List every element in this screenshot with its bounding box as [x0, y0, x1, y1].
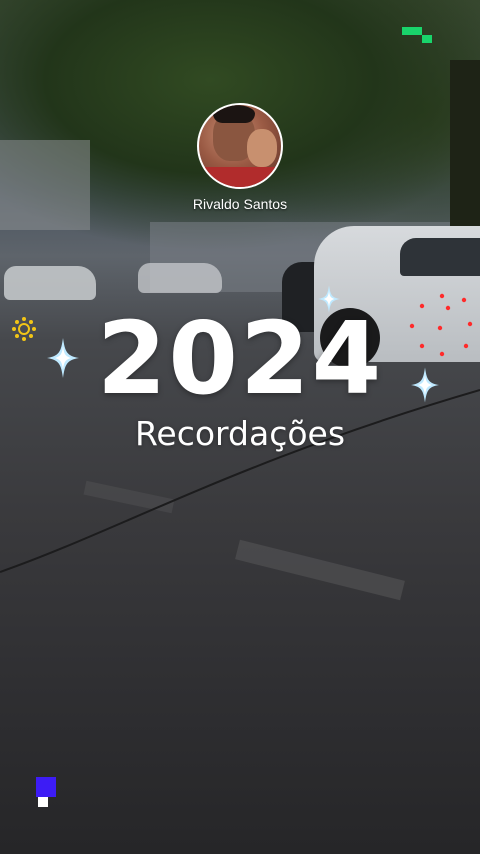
background-car — [4, 266, 96, 300]
blue-pixel-icon — [36, 777, 56, 807]
avatar-photo-part — [247, 129, 277, 167]
avatar-photo-part — [213, 105, 255, 123]
avatar[interactable] — [197, 103, 283, 189]
car-window — [400, 238, 480, 276]
background-building — [0, 140, 90, 230]
story-background[interactable]: Rivaldo Santos 2024 Recordações — [0, 0, 480, 854]
year-title: 2024 — [96, 300, 384, 417]
background-car — [138, 263, 222, 293]
avatar-photo-part — [199, 167, 281, 187]
green-pixel-icon — [402, 27, 432, 43]
red-dots-decoration — [409, 293, 473, 357]
sparkle-icon — [411, 367, 439, 403]
user-name[interactable]: Rivaldo Santos — [140, 196, 340, 212]
memories-subtitle: Recordações — [134, 414, 346, 453]
sun-icon — [12, 317, 36, 341]
sparkle-icon — [47, 338, 79, 378]
background-tree — [450, 60, 480, 230]
